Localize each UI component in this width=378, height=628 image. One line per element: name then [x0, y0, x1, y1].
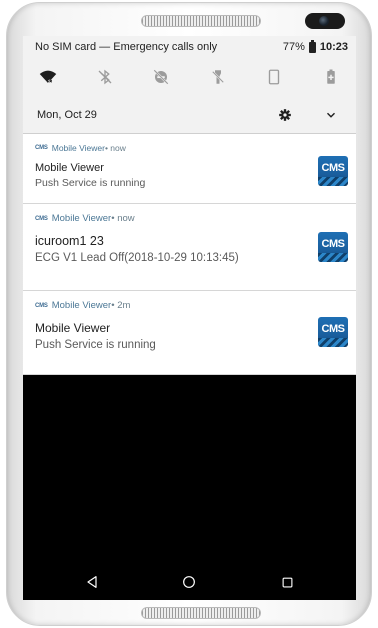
flashlight-icon[interactable] — [207, 66, 229, 88]
back-icon[interactable] — [77, 567, 107, 597]
notification-card[interactable]: CMS Mobile Viewer • now Mobile Viewer Pu… — [23, 134, 356, 204]
notification-header: CMS Mobile Viewer • now — [35, 213, 344, 224]
notification-card[interactable]: CMS Mobile Viewer • 2m Mobile Viewer Pus… — [23, 291, 356, 375]
bottom-speaker — [141, 607, 261, 619]
carrier-text: No SIM card — Emergency calls only — [35, 41, 218, 53]
notification-list: CMS Mobile Viewer • now Mobile Viewer Pu… — [23, 134, 356, 375]
dnd-icon[interactable] — [150, 66, 172, 88]
notification-title: Mobile Viewer — [35, 162, 104, 174]
quick-settings-row — [23, 64, 356, 90]
recents-icon[interactable] — [272, 567, 302, 597]
phone-rotation-icon[interactable] — [263, 66, 285, 88]
wifi-icon[interactable] — [37, 66, 59, 88]
battery-icon — [308, 39, 316, 53]
cms-logo-icon: CMS — [318, 156, 348, 186]
clock: 10:23 — [319, 41, 348, 53]
notification-time: • now — [111, 213, 135, 224]
cms-logo-text: CMS — [321, 238, 345, 250]
notification-text: Push Service is running — [35, 177, 146, 189]
notification-text: Push Service is running — [35, 339, 156, 351]
camera-lens — [319, 16, 329, 26]
app-small-icon: CMS — [35, 145, 48, 151]
notification-app-name: Mobile Viewer — [51, 143, 105, 153]
front-camera — [305, 13, 345, 29]
gear-icon[interactable] — [274, 104, 296, 126]
date-row: Mon, Oct 29 — [23, 102, 356, 128]
cms-logo-icon: CMS — [318, 232, 348, 262]
notification-header: CMS Mobile Viewer • 2m — [35, 300, 344, 311]
bluetooth-off-icon[interactable] — [94, 66, 116, 88]
notification-card[interactable]: CMS Mobile Viewer • now icuroom1 23 ECG … — [23, 204, 356, 291]
logo-wave — [318, 253, 348, 262]
status-right: 77% 10:23 — [282, 39, 348, 53]
notification-text: ECG V1 Lead Off(2018-10-29 10:13:45) — [35, 252, 239, 264]
chevron-down-icon[interactable] — [320, 104, 342, 126]
notification-time: • now — [104, 143, 126, 153]
logo-wave — [318, 338, 348, 347]
status-bar: No SIM card — Emergency calls only 77% 1… — [23, 36, 356, 58]
notification-title: icuroom1 23 — [35, 234, 104, 248]
notification-time: • 2m — [111, 300, 131, 311]
navigation-bar — [23, 564, 356, 600]
home-icon[interactable] — [174, 567, 204, 597]
cms-logo-text: CMS — [321, 162, 345, 174]
phone-screen: No SIM card — Emergency calls only 77% 1… — [23, 36, 356, 600]
notification-header: CMS Mobile Viewer • now — [35, 143, 344, 153]
logo-wave — [318, 177, 348, 186]
cms-logo-icon: CMS — [318, 317, 348, 347]
app-small-icon: CMS — [35, 215, 48, 222]
app-small-icon: CMS — [35, 302, 48, 309]
quick-settings-shade: No SIM card — Emergency calls only 77% 1… — [23, 36, 356, 134]
battery-percent: 77% — [282, 41, 305, 53]
notification-title: Mobile Viewer — [35, 321, 111, 335]
battery-saver-icon[interactable] — [320, 66, 342, 88]
earpiece-speaker — [141, 15, 261, 27]
date-label: Mon, Oct 29 — [37, 109, 97, 121]
cms-logo-text: CMS — [321, 323, 345, 335]
notification-app-name: Mobile Viewer — [51, 300, 112, 311]
notification-app-name: Mobile Viewer — [51, 213, 112, 224]
